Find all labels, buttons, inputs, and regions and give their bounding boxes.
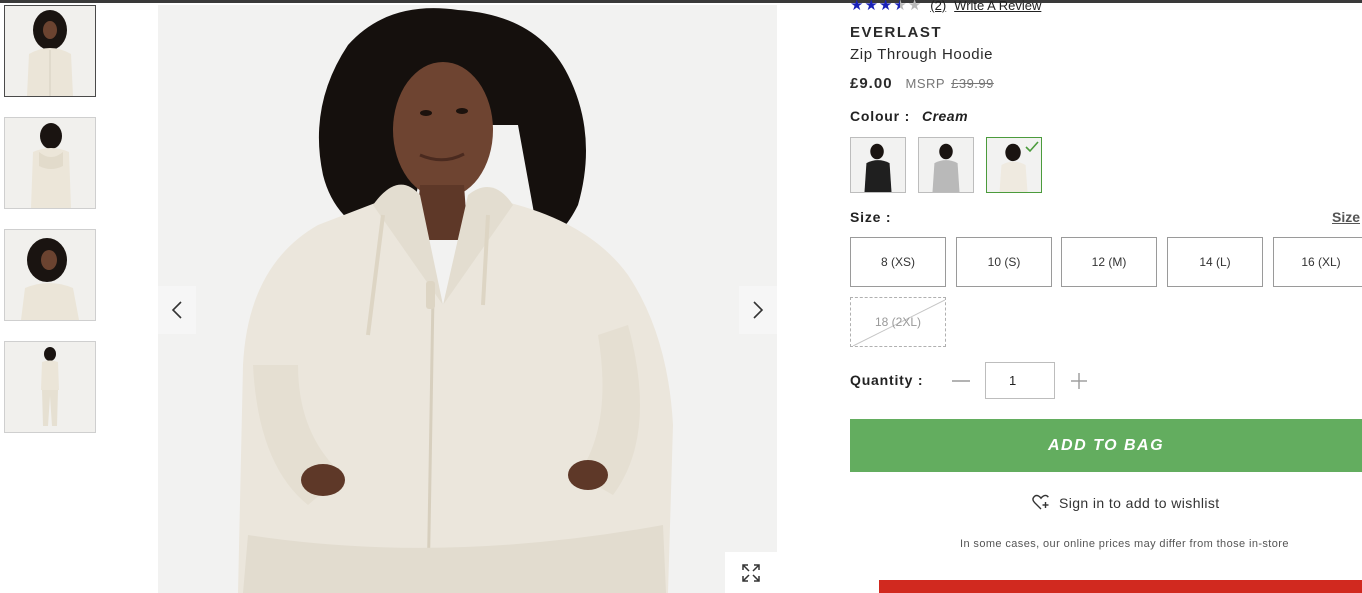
product-title: Zip Through Hoodie [850,46,994,63]
star-icon: ★ [864,0,878,14]
wishlist-link[interactable]: Sign in to add to wishlist [1032,494,1220,511]
thumbnail-back[interactable] [4,117,96,209]
colour-row: Colour : Cream [850,108,968,124]
msrp-label: MSRP [905,76,946,91]
size-guide-link[interactable]: Size [1332,209,1360,225]
quantity-input[interactable] [985,362,1055,399]
selected-colour: Cream [921,108,969,124]
brand-name[interactable]: EVERLAST [850,24,942,41]
review-count-link[interactable]: (2) [930,0,946,13]
colour-swatch-grey[interactable] [918,137,974,193]
thumbnail-side[interactable] [4,229,96,321]
add-to-bag-button[interactable]: ADD TO BAG [850,419,1362,472]
expand-icon [742,563,760,582]
star-icon: ★ [878,0,893,14]
price-row: £9.00 MSRP £39.99 [850,75,994,92]
secondary-cta-button[interactable] [879,580,1362,593]
star-icon: ★ [850,0,864,14]
price-disclaimer: In some cases, our online prices may dif… [960,538,1289,550]
colour-swatch-cream[interactable] [986,137,1042,193]
msrp-price: £39.99 [951,76,994,91]
thumbnail-full[interactable] [4,341,96,433]
colour-swatch-black[interactable] [850,137,906,193]
chevron-right-icon [753,301,764,319]
thumbnail-front[interactable] [4,5,96,97]
previous-image-button[interactable] [158,286,196,334]
sale-price: £9.00 [850,75,893,92]
plus-icon[interactable] [1067,369,1091,393]
star-empty-icon: ★ [907,0,922,14]
quantity-label: Quantity : [850,372,924,388]
rating-row: ★ ★ ★ ★ ★ (2) Write A Review [850,0,1041,14]
wishlist-label: Sign in to add to wishlist [1059,494,1220,511]
chevron-left-icon [171,301,182,319]
size-option-8-xs[interactable]: 8 (XS) [850,237,946,287]
zoom-button[interactable] [725,552,777,593]
size-option-16-xl[interactable]: 16 (XL) [1273,237,1362,287]
write-review-link[interactable]: Write A Review [954,0,1041,13]
star-half-icon: ★ [893,0,906,13]
colour-label: Colour : [850,108,911,124]
size-option-18-2xl-unavailable[interactable]: 18 (2XL) [850,297,946,347]
size-option-12-m[interactable]: 12 (M) [1061,237,1157,287]
heart-plus-icon [1032,494,1049,510]
size-option-label: 18 (2XL) [874,315,922,329]
check-icon [1025,141,1039,153]
main-product-image[interactable] [158,5,777,593]
product-photo [158,5,777,593]
minus-icon[interactable] [948,370,974,392]
size-option-14-l[interactable]: 14 (L) [1167,237,1263,287]
browser-top-edge [0,0,1362,3]
size-label: Size : [850,209,892,225]
next-image-button[interactable] [739,286,777,334]
size-option-10-s[interactable]: 10 (S) [956,237,1052,287]
